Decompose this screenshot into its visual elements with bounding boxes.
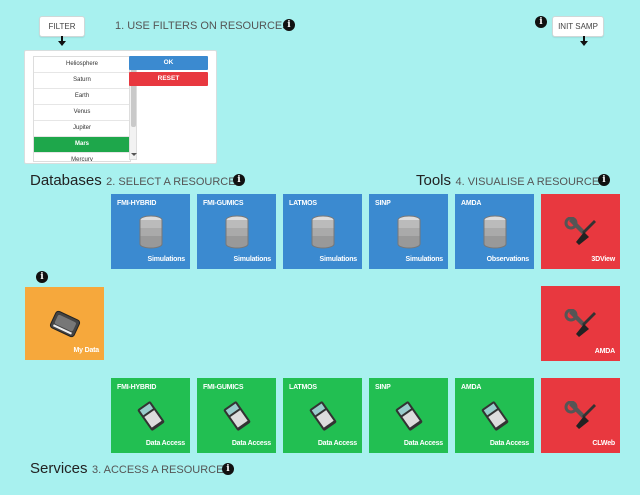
init-arrow-down-icon xyxy=(579,36,589,46)
tile-type: Data Access xyxy=(231,440,271,447)
my-data-tile[interactable]: My Data xyxy=(25,287,104,360)
database-icon xyxy=(139,215,162,248)
planet-item-mercury[interactable]: Mercury xyxy=(34,153,130,161)
tile-name: FMI-GUMICS xyxy=(203,384,244,391)
wrench-screwdriver-icon xyxy=(564,216,596,245)
tile-type: Simulations xyxy=(147,256,186,263)
database-tile-amda[interactable]: AMDA Observations xyxy=(455,194,534,269)
database-icon xyxy=(397,215,420,248)
database-tile-fmi-gumics[interactable]: FMI-GUMICS Simulations xyxy=(197,194,276,269)
tile-name: LATMOS xyxy=(289,200,317,207)
databases-info-icon[interactable]: i xyxy=(233,174,245,186)
planet-item-earth[interactable]: Earth xyxy=(34,89,130,105)
planet-list[interactable]: Heliosphere Saturn Earth Venus Jupiter M… xyxy=(33,56,131,162)
database-icon xyxy=(225,215,248,248)
databases-title: Databases xyxy=(30,172,102,189)
tile-name: SINP xyxy=(375,200,391,207)
tool-tile-clweb[interactable]: CLWeb xyxy=(541,378,620,453)
mydata-info-icon[interactable]: i xyxy=(36,271,48,283)
services-info-icon[interactable]: i xyxy=(222,463,234,475)
tile-name: FMI-HYBRID xyxy=(117,384,157,391)
step1-info-icon[interactable]: i xyxy=(283,19,295,31)
filter-arrow-down-icon xyxy=(57,36,67,46)
tool-tile-3dview[interactable]: 3DView xyxy=(541,194,620,269)
tile-name: AMDA xyxy=(461,384,482,391)
services-header: Services 3. ACCESS A RESOURCE xyxy=(30,460,223,478)
database-tile-sinp[interactable]: SINP Simulations xyxy=(369,194,448,269)
service-tile-amda[interactable]: AMDA Data Access xyxy=(455,378,534,453)
tool-tile-amda[interactable]: AMDA xyxy=(541,286,620,361)
database-icon xyxy=(311,215,334,248)
tile-type: 3DView xyxy=(591,256,615,263)
tile-type: Simulations xyxy=(405,256,444,263)
service-tile-sinp[interactable]: SINP Data Access xyxy=(369,378,448,453)
services-title: Services xyxy=(30,460,88,477)
service-tile-latmos[interactable]: LATMOS Data Access xyxy=(283,378,362,453)
scroll-down-icon[interactable] xyxy=(131,153,137,156)
tile-type: Data Access xyxy=(145,440,185,447)
tile-name: FMI-HYBRID xyxy=(117,200,157,207)
tile-name: AMDA xyxy=(461,200,482,207)
database-icon xyxy=(483,215,506,248)
service-tile-fmi-hybrid[interactable]: FMI-HYBRID Data Access xyxy=(111,378,190,453)
calculator-icon xyxy=(481,401,508,430)
services-step: 3. ACCESS A RESOURCE xyxy=(91,464,224,476)
databases-step: 2. SELECT A RESOURCE xyxy=(106,176,236,188)
init-info-icon[interactable]: i xyxy=(535,16,547,28)
tools-info-icon[interactable]: i xyxy=(598,174,610,186)
calculator-icon xyxy=(309,401,336,430)
wrench-screwdriver-icon xyxy=(564,308,596,337)
tile-type: My Data xyxy=(73,347,100,354)
calculator-icon xyxy=(137,401,164,430)
calculator-icon xyxy=(223,401,250,430)
tile-name: FMI-GUMICS xyxy=(203,200,244,207)
hard-drive-icon xyxy=(49,310,80,337)
reset-button[interactable]: RESET xyxy=(129,72,208,86)
tile-type: Observations xyxy=(486,256,530,263)
tile-name: LATMOS xyxy=(289,384,317,391)
filter-button[interactable]: FILTER xyxy=(39,16,85,37)
tile-type: Simulations xyxy=(233,256,272,263)
tile-type: CLWeb xyxy=(592,440,615,447)
planet-item-heliosphere[interactable]: Heliosphere xyxy=(34,57,130,73)
planet-item-mars[interactable]: Mars xyxy=(34,137,130,153)
filter-panel: Heliosphere Saturn Earth Venus Jupiter M… xyxy=(24,50,217,164)
tile-type: Data Access xyxy=(317,440,357,447)
wrench-screwdriver-icon xyxy=(564,400,596,429)
planet-item-jupiter[interactable]: Jupiter xyxy=(34,121,130,137)
tile-name: SINP xyxy=(375,384,391,391)
step1-label: 1. USE FILTERS ON RESOURCES xyxy=(115,20,290,32)
tile-type: Data Access xyxy=(489,440,529,447)
init-samp-button[interactable]: INIT SAMP xyxy=(552,16,604,37)
tile-type: Data Access xyxy=(403,440,443,447)
database-tile-fmi-hybrid[interactable]: FMI-HYBRID Simulations xyxy=(111,194,190,269)
tile-type: AMDA xyxy=(594,348,615,355)
tile-type: Simulations xyxy=(319,256,358,263)
tools-step: 4. VISUALISE A RESOURCE xyxy=(455,176,600,188)
database-tile-latmos[interactable]: LATMOS Simulations xyxy=(283,194,362,269)
planet-item-venus[interactable]: Venus xyxy=(34,105,130,121)
ok-button[interactable]: OK xyxy=(129,56,208,70)
databases-header: Databases 2. SELECT A RESOURCE xyxy=(30,172,236,190)
tools-title: Tools xyxy=(416,172,452,189)
calculator-icon xyxy=(395,401,422,430)
tools-header: Tools 4. VISUALISE A RESOURCE xyxy=(416,172,599,190)
planet-item-saturn[interactable]: Saturn xyxy=(34,73,130,89)
service-tile-fmi-gumics[interactable]: FMI-GUMICS Data Access xyxy=(197,378,276,453)
